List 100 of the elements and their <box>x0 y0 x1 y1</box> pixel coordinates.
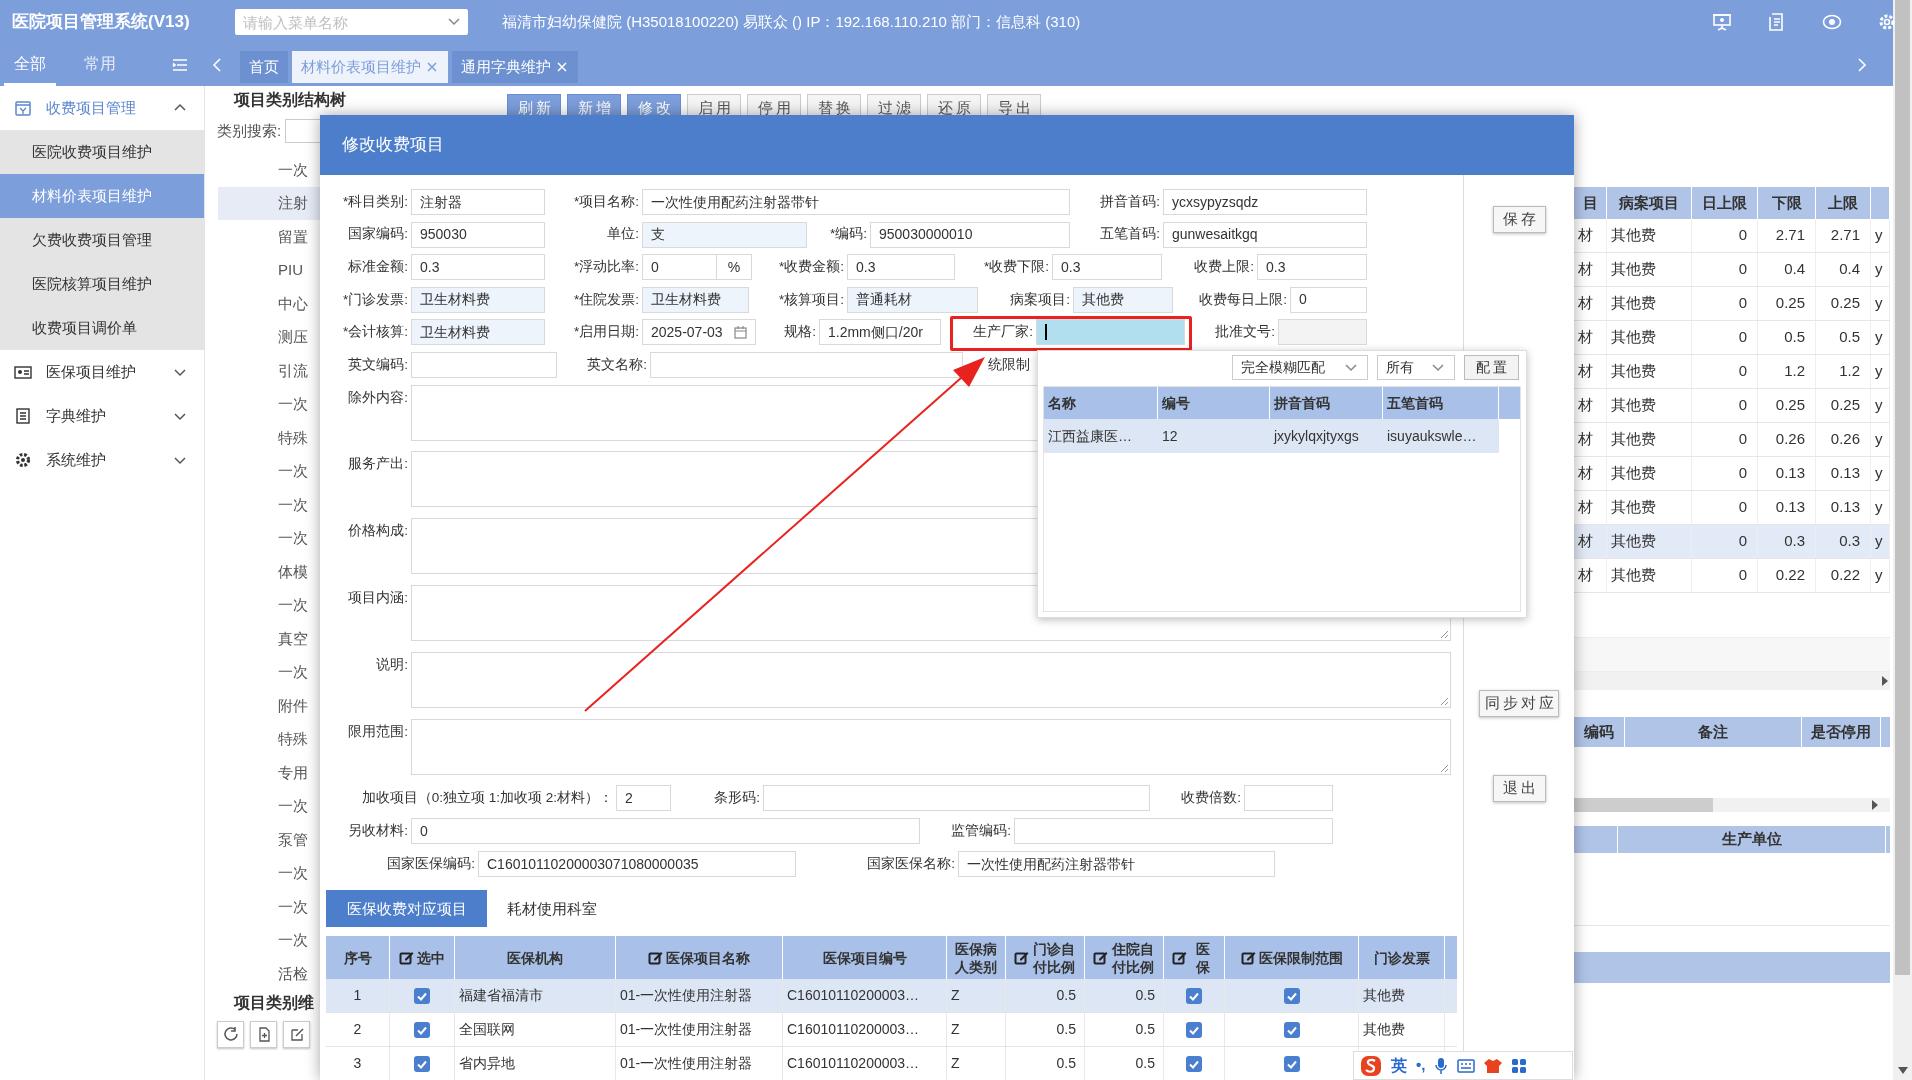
table-cell: 0 <box>1692 525 1758 558</box>
group-label: 医保项目维护 <box>46 361 136 382</box>
table-cell: 其他费 <box>1607 491 1692 524</box>
table-cell: 0 <box>1692 253 1758 286</box>
table-cell: y <box>1871 491 1890 524</box>
dialog-title: 修改收费项目 <box>320 115 1574 175</box>
table-cell: 01-一次性使用注射器 <box>616 1047 783 1080</box>
field-label: *科目类别: <box>342 192 409 211</box>
table-cell: 0 <box>1692 559 1758 592</box>
header-info-text: 福清市妇幼保健院 (H35018100220) 易联众 () IP：192.168.110.210 部门：信息科 (310) <box>502 11 1081 32</box>
table-cell: 0.25 <box>1816 287 1871 320</box>
table-cell: 0.26 <box>1816 423 1871 456</box>
table-cell: 0.25 <box>1816 389 1871 422</box>
field-label: 病案项目: <box>1009 290 1071 309</box>
date-value: 2025-07-03 <box>651 322 723 342</box>
field-label: 监管编码: <box>950 822 1012 841</box>
table-cell: y <box>1871 321 1890 354</box>
table-cell: 0.5 <box>1758 321 1816 354</box>
table-cell: 其他费 <box>1607 525 1692 558</box>
table-cell: 0 <box>1692 389 1758 422</box>
table-cell: 1 <box>326 979 390 1013</box>
table-cell: 0.25 <box>1758 389 1816 422</box>
group-label: 系统维护 <box>46 449 106 470</box>
table-cell: C16010110200003… <box>783 979 947 1013</box>
field-label: 标准金额: <box>347 258 409 277</box>
table-cell: 1.2 <box>1816 355 1871 388</box>
table-cell-text: 江西益康医… <box>1047 426 1133 446</box>
field-label: *门诊发票: <box>342 290 409 309</box>
tab-label: 材料价表项目维护 <box>301 56 421 77</box>
table-cell: 其他费 <box>1607 287 1692 320</box>
table-cell: 0 <box>1692 423 1758 456</box>
table-cell: 0.4 <box>1758 253 1816 286</box>
table-cell: 0.4 <box>1816 253 1871 286</box>
table-cell: 其他费 <box>1359 1013 1445 1047</box>
table-cell: Z <box>947 979 1006 1013</box>
table-cell: 0.13 <box>1758 457 1816 490</box>
table-cell: 2 <box>326 1013 390 1047</box>
table-cell: 0.22 <box>1758 559 1816 592</box>
table-cell: 0 <box>1692 219 1758 252</box>
field-label: 服务产出: <box>347 455 409 474</box>
tab-label: 首页 <box>249 56 279 77</box>
table-cell: 0 <box>1692 287 1758 320</box>
select-value: 所有 <box>1386 358 1414 377</box>
table-cell: 其他费 <box>1359 979 1445 1013</box>
table-cell: 0 <box>1692 457 1758 490</box>
field-label: 英文名称: <box>586 355 648 374</box>
field-label: 价格构成: <box>347 522 409 541</box>
table-cell: 0.26 <box>1758 423 1816 456</box>
table-cell: 省内异地 <box>455 1047 616 1080</box>
table-cell: C16010110200003… <box>783 1047 947 1080</box>
table-cell-text: 12 <box>1161 426 1179 446</box>
table-cell: y <box>1871 457 1890 490</box>
table-cell: 01-一次性使用注射器 <box>616 979 783 1013</box>
field-label: *会计核算: <box>342 323 409 342</box>
table-cell: 0.13 <box>1816 457 1871 490</box>
table-cell: 2.71 <box>1758 219 1816 252</box>
table-cell: y <box>1871 389 1890 422</box>
table-cell: 0.5 <box>1816 321 1871 354</box>
field-label: 加收项目（0:独立项 1:加收项 2:材料）： <box>360 789 614 808</box>
table-cell: 2.71 <box>1816 219 1871 252</box>
field-label: 收费倍数: <box>1180 789 1242 808</box>
table-cell: 0.25 <box>1758 287 1816 320</box>
field-label: 除外内容: <box>347 388 409 407</box>
table-cell: y <box>1871 559 1890 592</box>
field-label: 统限制 <box>987 355 1031 374</box>
field-label: 说明: <box>375 655 409 674</box>
table-cell: 0.5 <box>1085 979 1164 1013</box>
table-cell: 0.5 <box>1085 1013 1164 1047</box>
field-label: 限用范围: <box>347 722 409 741</box>
table-cell: 其他费 <box>1607 457 1692 490</box>
table-cell: 福建省福清市 <box>455 979 616 1013</box>
table-cell: 0 <box>1692 491 1758 524</box>
table-cell: 其他费 <box>1607 355 1692 388</box>
field-label: 规格: <box>783 323 817 342</box>
table-cell-text: jxykylqxjtyxgs <box>1272 426 1360 446</box>
group-label: 收费项目管理 <box>46 97 136 118</box>
table-cell: y <box>1871 219 1890 252</box>
field-label: 国家医保编码: <box>386 855 476 874</box>
table-cell: 其他费 <box>1607 321 1692 354</box>
field-label: 项目内涵: <box>347 588 409 607</box>
field-label: 英文编码: <box>347 355 409 374</box>
field-label: 另收材料: <box>347 822 409 841</box>
table-cell: 0 <box>1692 355 1758 388</box>
tab-label: 通用字典维护 <box>461 56 551 77</box>
table-cell: 其他费 <box>1607 253 1692 286</box>
panel-title: 项目类别维 <box>232 993 315 1013</box>
field-label: 单位: <box>606 225 640 244</box>
table-cell: y <box>1871 423 1890 456</box>
table-cell: y <box>1871 287 1890 320</box>
field-label: *启用日期: <box>573 323 640 342</box>
table-cell: 0.22 <box>1816 559 1871 592</box>
table-cell: 0.5 <box>1085 1047 1164 1080</box>
table-cell: 0.5 <box>1006 1047 1085 1080</box>
field-label: 批准文号: <box>1214 323 1276 342</box>
field-label: *核算项目: <box>778 290 845 309</box>
app-title: 医院项目管理系统(V13) <box>11 11 191 34</box>
table-cell: 0.5 <box>1006 979 1085 1013</box>
table-cell: C16010110200003… <box>783 1013 947 1047</box>
table-cell: 全国联网 <box>455 1013 616 1047</box>
table-cell: 0.3 <box>1758 525 1816 558</box>
